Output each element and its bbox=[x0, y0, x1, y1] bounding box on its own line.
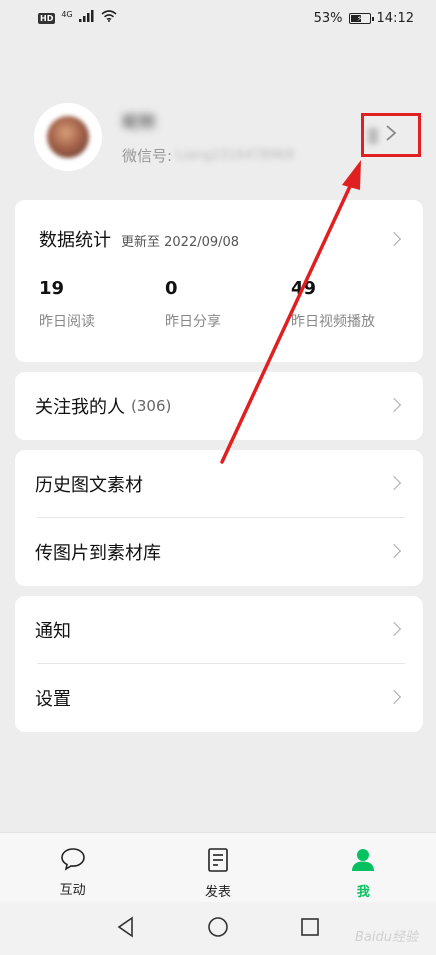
followers-card: 关注我的人 (306) bbox=[15, 372, 423, 440]
tab-label: 我 bbox=[356, 885, 370, 900]
history-materials-row[interactable]: 历史图文素材 bbox=[15, 450, 423, 518]
upload-materials-label: 传图片到素材库 bbox=[35, 543, 161, 564]
stat-label: 昨日分享 bbox=[165, 314, 221, 330]
network-label: 4G bbox=[61, 9, 73, 19]
stat-reads: 19 昨日阅读 bbox=[39, 278, 165, 331]
avatar[interactable] bbox=[34, 103, 102, 171]
home-icon[interactable] bbox=[207, 916, 229, 942]
notify-row[interactable]: 通知 bbox=[15, 596, 423, 664]
stats-header: 数据统计 更新至 2022/09/08 bbox=[39, 226, 239, 252]
history-materials-label: 历史图文素材 bbox=[35, 475, 143, 496]
recents-icon[interactable] bbox=[300, 917, 320, 941]
tab-label: 发表 bbox=[204, 885, 231, 900]
upload-materials-row[interactable]: 传图片到素材库 bbox=[15, 518, 423, 586]
bottom-tab-bar: 互动 发表 我 bbox=[0, 832, 436, 902]
settings-row[interactable]: 设置 bbox=[15, 664, 423, 732]
chevron-right-icon bbox=[384, 124, 398, 146]
chevron-right-icon bbox=[386, 397, 402, 413]
nickname: 昵称 bbox=[122, 113, 156, 133]
chevron-right-icon bbox=[386, 621, 402, 637]
tab-label: 互动 bbox=[59, 883, 86, 898]
data-stats-card[interactable]: 数据统计 更新至 2022/09/08 19 昨日阅读 0 昨日分享 49 昨日… bbox=[15, 200, 423, 362]
chevron-right-icon bbox=[386, 475, 402, 491]
stat-video-plays: 49 昨日视频播放 bbox=[291, 278, 417, 331]
stat-label: 昨日视频播放 bbox=[291, 314, 375, 330]
chevron-right-icon bbox=[386, 231, 402, 247]
person-icon bbox=[350, 847, 376, 877]
profile-chevron-highlight[interactable] bbox=[361, 113, 421, 157]
document-icon bbox=[206, 847, 230, 877]
chevron-right-icon bbox=[386, 543, 402, 559]
avatar-image bbox=[47, 116, 89, 158]
stat-label: 昨日阅读 bbox=[39, 314, 95, 330]
wechat-id-value: Liang2316478968 bbox=[176, 148, 295, 163]
system-nav-bar: Baidu经验 bbox=[0, 902, 436, 955]
tab-me[interactable]: 我 bbox=[291, 833, 436, 902]
status-right: 53% ⚡ 14:12 bbox=[314, 11, 414, 26]
clock: 14:12 bbox=[376, 10, 414, 26]
materials-card: 历史图文素材 传图片到素材库 bbox=[15, 450, 423, 586]
battery-icon: ⚡ bbox=[348, 12, 374, 24]
stat-value: 19 bbox=[39, 278, 65, 299]
notify-label: 通知 bbox=[35, 621, 71, 642]
chevron-right-icon bbox=[386, 689, 402, 705]
chat-bubble-icon bbox=[60, 847, 86, 875]
stat-shares: 0 昨日分享 bbox=[165, 278, 291, 331]
wifi-icon bbox=[101, 10, 117, 26]
profile-header[interactable]: 昵称 微信号: Liang2316478968 bbox=[0, 100, 436, 174]
tab-interaction[interactable]: 互动 bbox=[0, 833, 145, 902]
stats-updated: 更新至 2022/09/08 bbox=[121, 235, 240, 250]
followers-count: (306) bbox=[131, 397, 172, 415]
battery-percent: 53% bbox=[313, 10, 343, 26]
settings-card: 通知 设置 bbox=[15, 596, 423, 732]
tab-publish[interactable]: 发表 bbox=[145, 833, 290, 902]
status-left: HD 4G bbox=[38, 10, 117, 26]
wechat-id-row: 微信号: Liang2316478968 bbox=[122, 145, 294, 166]
followers-row[interactable]: 关注我的人 (306) bbox=[15, 372, 423, 440]
stat-value: 49 bbox=[291, 278, 317, 299]
hd-badge: HD bbox=[38, 12, 56, 24]
settings-label: 设置 bbox=[35, 689, 71, 710]
stats-row: 19 昨日阅读 0 昨日分享 49 昨日视频播放 bbox=[39, 278, 417, 331]
stat-value: 0 bbox=[165, 278, 178, 299]
qr-code-icon bbox=[368, 128, 378, 144]
watermark: Baidu经验 bbox=[355, 930, 418, 945]
followers-label: 关注我的人 bbox=[35, 397, 125, 418]
signal-icon bbox=[78, 10, 95, 26]
profile-text: 昵称 微信号: Liang2316478968 bbox=[122, 108, 294, 166]
status-bar: HD 4G 53% ⚡ 14:12 bbox=[0, 0, 436, 36]
wechat-id-label: 微信号: bbox=[122, 147, 173, 165]
back-icon[interactable] bbox=[116, 915, 136, 942]
stats-title: 数据统计 bbox=[39, 230, 111, 251]
